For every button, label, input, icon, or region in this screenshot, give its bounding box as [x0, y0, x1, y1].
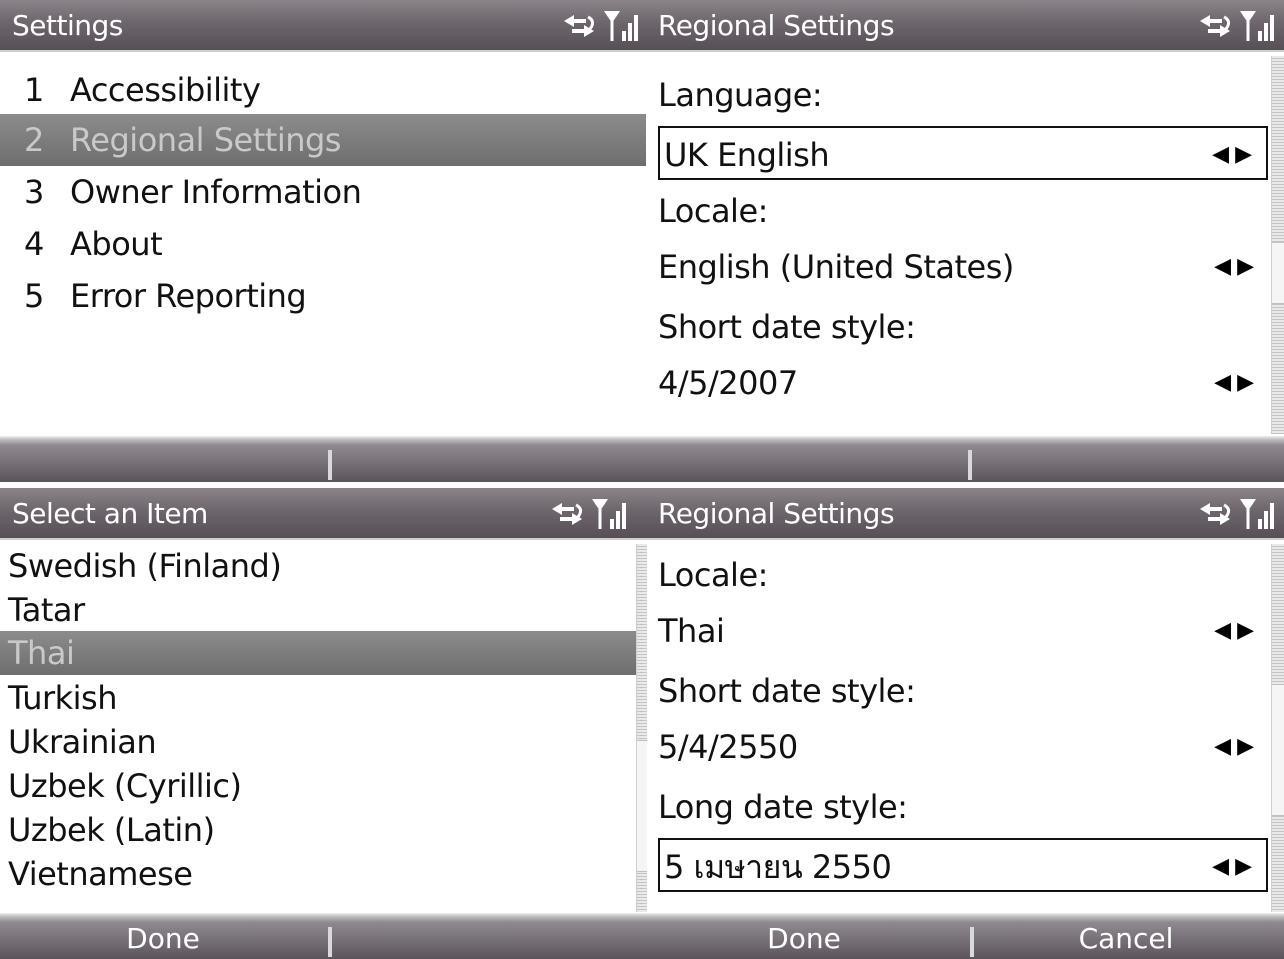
menu-item-label: Regional Settings [70, 121, 341, 159]
list-item-tatar[interactable]: Tatar [0, 588, 636, 632]
list-item-uzbek-latin[interactable]: Uzbek (Latin) [0, 808, 636, 852]
status-icons [560, 8, 640, 44]
softkey-bar [0, 436, 648, 482]
status-icons [1196, 8, 1276, 44]
softkey-divider [970, 927, 974, 957]
short-date-style-label: Short date style: [658, 308, 916, 346]
left-right-arrows-icon: ◀▶ [1214, 618, 1260, 643]
scrollbar[interactable] [1271, 544, 1284, 912]
locale-label: Locale: [658, 192, 768, 230]
status-icons [1196, 496, 1276, 532]
status-icons [548, 496, 628, 532]
menu-item-number: 4 [24, 225, 44, 263]
menu-item-owner-information[interactable]: 3 Owner Information [0, 166, 648, 218]
sync-arrows-icon [1196, 499, 1234, 529]
menu-item-number: 1 [24, 71, 44, 109]
locale-value: English (United States) [658, 248, 1014, 286]
list-item-swedish-finland[interactable]: Swedish (Finland) [0, 544, 636, 588]
regional-settings-screen: Regional Settings Language: UK English ◀… [646, 0, 1284, 484]
scroll-thumb[interactable] [637, 740, 647, 872]
menu-item-about[interactable]: 4 About [0, 218, 648, 270]
scrollbar[interactable] [1271, 56, 1284, 434]
menu-item-accessibility[interactable]: 1 Accessibility [0, 64, 648, 116]
locale-picker[interactable]: Thai ◀▶ [658, 604, 1268, 658]
menu-item-label: Accessibility [70, 71, 261, 109]
short-date-style-picker[interactable]: 5/4/2550 ◀▶ [658, 720, 1268, 774]
menu-item-error-reporting[interactable]: 5 Error Reporting [0, 270, 648, 322]
left-right-arrows-icon: ◀▶ [1212, 142, 1258, 167]
language-label: Language: [658, 76, 823, 114]
done-softkey[interactable]: Done [0, 913, 326, 959]
left-right-arrows-icon: ◀▶ [1212, 854, 1258, 879]
short-date-style-value: 4/5/2007 [658, 364, 798, 402]
signal-strength-icon [590, 497, 628, 531]
sync-arrows-icon [548, 499, 586, 529]
sync-arrows-icon [1196, 11, 1234, 41]
select-item-screen: Select an Item Swedish (Finland) Tatar T… [0, 488, 636, 959]
language-picker[interactable]: UK English ◀▶ [658, 126, 1268, 180]
scroll-thumb[interactable] [1272, 242, 1284, 304]
language-value: UK English [664, 136, 830, 174]
softkey-divider [328, 450, 332, 480]
short-date-style-picker[interactable]: 4/5/2007 ◀▶ [658, 356, 1268, 410]
menu-item-number: 5 [24, 277, 44, 315]
menu-item-number: 2 [24, 121, 44, 159]
menu-item-label: About [70, 225, 163, 263]
left-right-arrows-icon: ◀▶ [1214, 370, 1260, 395]
softkey-bar: Done [0, 913, 636, 959]
list-item-uzbek-cyrillic[interactable]: Uzbek (Cyrillic) [0, 764, 636, 808]
softkey-bar [646, 436, 1284, 482]
long-date-style-picker[interactable]: 5 เมษายน 2550 ◀▶ [658, 838, 1268, 892]
cancel-softkey[interactable]: Cancel [976, 913, 1276, 959]
signal-strength-icon [1238, 497, 1276, 531]
list-item-vietnamese[interactable]: Vietnamese [0, 852, 636, 896]
scroll-thumb[interactable] [1272, 684, 1284, 816]
title-bar: Select an Item [0, 488, 636, 540]
softkey-divider [328, 927, 332, 957]
title-bar: Regional Settings [646, 0, 1284, 52]
menu-item-label: Error Reporting [70, 277, 307, 315]
menu-item-regional-settings[interactable]: 2 Regional Settings [0, 114, 648, 166]
list-item-turkish[interactable]: Turkish [0, 676, 636, 720]
menu-item-label: Owner Information [70, 173, 362, 211]
title-bar: Regional Settings [636, 488, 1284, 540]
screen-title: Regional Settings [658, 497, 895, 530]
long-date-style-label: Long date style: [658, 788, 908, 826]
locale-value: Thai [658, 612, 725, 650]
title-bar: Settings [0, 0, 648, 52]
regional-settings-thai-screen: Regional Settings Locale: Thai ◀▶ Short … [636, 488, 1284, 959]
locale-picker[interactable]: English (United States) ◀▶ [658, 240, 1268, 294]
signal-strength-icon [1238, 9, 1276, 43]
locale-label: Locale: [658, 556, 768, 594]
long-date-style-value: 5 เมษายน 2550 [664, 848, 892, 886]
list-item-thai[interactable]: Thai [0, 631, 636, 675]
signal-strength-icon [602, 9, 640, 43]
screen-title: Settings [12, 9, 123, 42]
screen-title: Regional Settings [658, 9, 895, 42]
left-right-arrows-icon: ◀▶ [1214, 734, 1260, 759]
menu-item-number: 3 [24, 173, 44, 211]
short-date-style-label: Short date style: [658, 672, 916, 710]
settings-screen: Settings 1 Accessibility 2 Regional Sett… [0, 0, 648, 484]
sync-arrows-icon [560, 11, 598, 41]
scrollbar[interactable] [636, 544, 647, 912]
left-right-arrows-icon: ◀▶ [1214, 254, 1260, 279]
screen-title: Select an Item [12, 497, 208, 530]
short-date-style-value: 5/4/2550 [658, 728, 798, 766]
softkey-bar: Done Cancel [636, 913, 1284, 959]
list-item-ukrainian[interactable]: Ukrainian [0, 720, 636, 764]
done-softkey[interactable]: Done [636, 913, 972, 959]
softkey-divider [968, 450, 972, 480]
